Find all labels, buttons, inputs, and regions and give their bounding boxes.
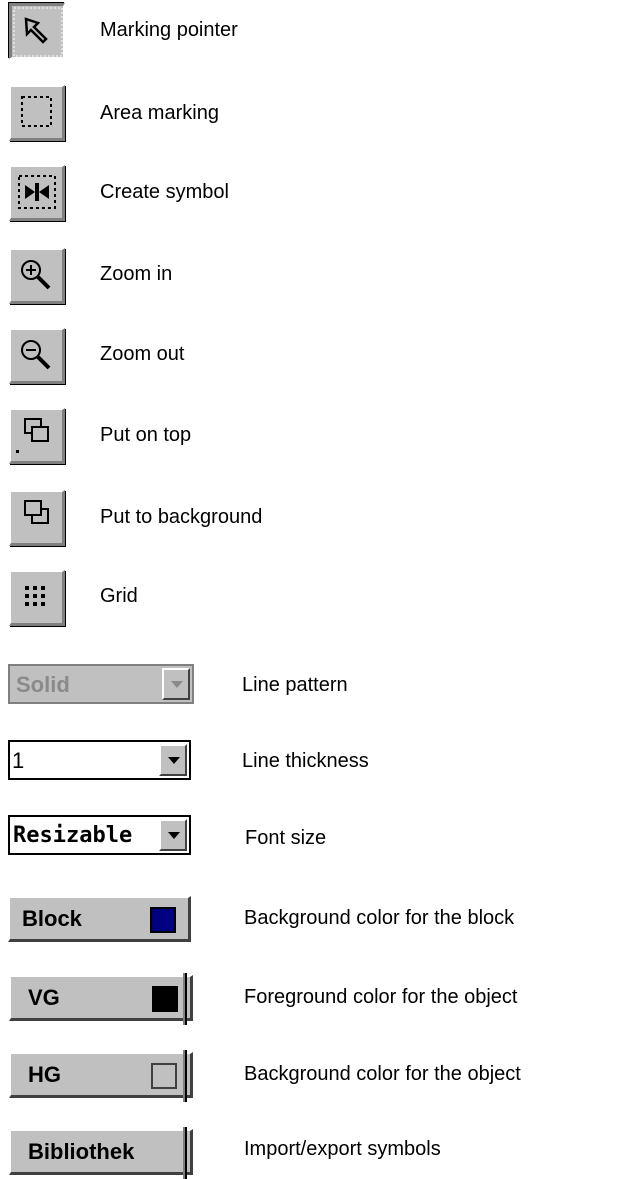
zoom-out-button[interactable]: [9, 328, 65, 384]
fg-color-swatch: [152, 986, 178, 1012]
zoom-in-label: Zoom in: [100, 263, 173, 285]
bg-color-button[interactable]: HG: [9, 1050, 193, 1102]
zoom-in-icon: [21, 260, 51, 290]
area-marking-label: Area marking: [100, 102, 219, 124]
grid-label: Grid: [100, 585, 138, 607]
bg-color-button-label: HG: [28, 1062, 61, 1087]
marking-pointer-button[interactable]: [9, 3, 65, 59]
line-thickness-value: 1: [12, 748, 25, 773]
line-pattern-label: Line pattern: [242, 674, 348, 696]
marking-pointer-label: Marking pointer: [100, 19, 238, 41]
button-separator: [183, 1050, 187, 1102]
put-on-top-icon: [16, 418, 49, 453]
block-color-swatch: [150, 907, 176, 933]
chevron-down-icon[interactable]: [159, 819, 187, 851]
chevron-down-icon[interactable]: [162, 668, 190, 700]
button-separator: [183, 973, 187, 1025]
put-to-background-icon: [24, 500, 49, 524]
library-button-label: Bibliothek: [28, 1139, 135, 1164]
zoom-out-icon: [21, 340, 51, 370]
block-color-button-label: Block: [22, 906, 82, 931]
bg-color-swatch: [151, 1063, 177, 1089]
area-marking-button[interactable]: [9, 85, 65, 141]
font-size-value: Resizable: [13, 823, 133, 848]
line-thickness-select[interactable]: 1: [8, 740, 191, 780]
font-size-label: Font size: [245, 827, 327, 849]
bg-color-label: Background color for the object: [244, 1063, 521, 1085]
button-separator: [183, 1127, 187, 1179]
put-on-top-label: Put on top: [100, 424, 192, 446]
block-color-button[interactable]: Block: [8, 896, 191, 942]
fg-color-label: Foreground color for the object: [244, 986, 518, 1008]
fg-color-button-label: VG: [28, 985, 60, 1010]
line-pattern-value: Solid: [16, 672, 70, 697]
font-size-select[interactable]: Resizable: [8, 815, 191, 855]
marking-pointer-icon: [13, 7, 63, 57]
block-color-label: Background color for the block: [244, 907, 515, 929]
zoom-out-label: Zoom out: [100, 343, 185, 365]
chevron-down-icon[interactable]: [159, 744, 187, 776]
grid-icon: [25, 586, 45, 606]
line-thickness-label: Line thickness: [242, 750, 369, 772]
put-to-background-label: Put to background: [100, 506, 263, 528]
library-label: Import/export symbols: [244, 1138, 441, 1160]
put-to-background-button[interactable]: [9, 490, 65, 546]
create-symbol-button[interactable]: [9, 165, 65, 221]
area-marking-icon: [21, 96, 52, 127]
zoom-in-button[interactable]: [9, 248, 65, 304]
put-on-top-button[interactable]: [9, 408, 65, 464]
grid-button[interactable]: [9, 570, 65, 626]
create-symbol-icon: [18, 175, 56, 209]
line-pattern-select[interactable]: Solid: [8, 664, 194, 704]
create-symbol-label: Create symbol: [100, 181, 229, 203]
library-button[interactable]: Bibliothek: [9, 1127, 193, 1179]
fg-color-button[interactable]: VG: [9, 973, 193, 1025]
